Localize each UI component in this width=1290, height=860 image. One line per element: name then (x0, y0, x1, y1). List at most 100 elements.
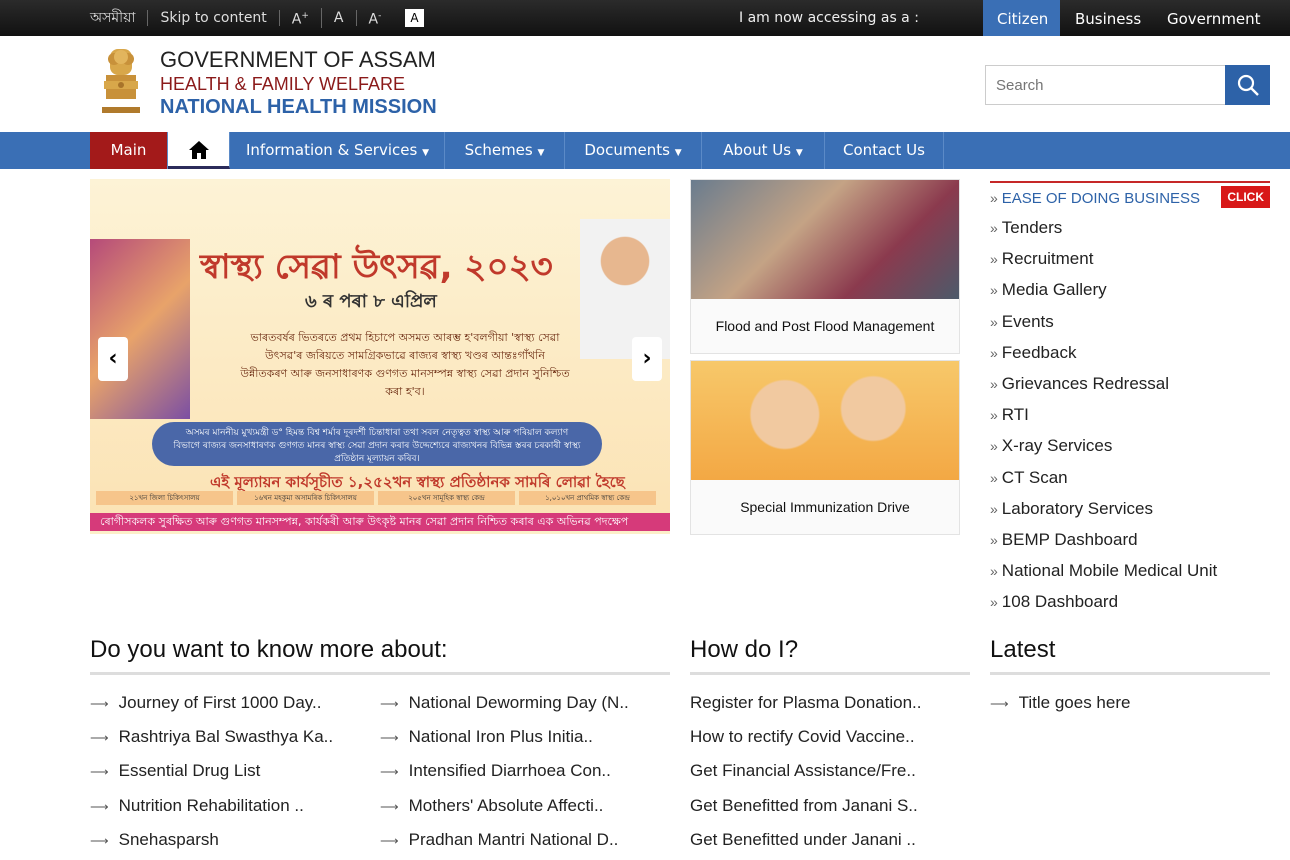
arrow-right-icon: ⟶ (90, 696, 109, 711)
how-do-i-link[interactable]: Get Benefitted from Janani S.. (690, 789, 970, 823)
how-do-i-link[interactable]: Get Financial Assistance/Fre.. (690, 754, 970, 788)
slider-prev-button[interactable]: ‹ (98, 337, 128, 381)
home-icon (188, 141, 209, 159)
quick-link[interactable]: » National Mobile Medical Unit (990, 557, 1270, 588)
quick-link[interactable]: » Events (990, 308, 1270, 339)
search-input[interactable] (985, 65, 1226, 105)
ease-of-doing-business-link[interactable]: » EASE OF DOING BUSINESS CLICK (990, 181, 1270, 211)
click-badge[interactable]: CLICK (1221, 186, 1270, 208)
nav-schemes[interactable]: Schemes ▼ (445, 132, 565, 169)
card-flood-management[interactable]: Flood and Post Flood Management (690, 179, 960, 354)
latest-heading: Latest (990, 636, 1270, 675)
link-label: National Deworming Day (N.. (408, 693, 629, 712)
quick-link[interactable]: » BEMP Dashboard (990, 526, 1270, 557)
slide-bottom-strip: ৰোগীসকলক সুৰক্ষিত আৰু গুণগত মানসম্পন্ন, … (90, 513, 670, 531)
quick-link-label: Media Gallery (1001, 280, 1107, 300)
arrow-right-icon: ⟶ (380, 832, 399, 848)
arrow-right-icon: ⟶ (90, 798, 109, 814)
know-more-link[interactable]: ⟶ Rashtriya Bal Swasthya Ka.. (90, 720, 380, 754)
chevron-down-icon: ▼ (537, 148, 545, 158)
know-more-link[interactable]: ⟶ Nutrition Rehabilitation .. (90, 789, 380, 823)
quick-link[interactable]: » Media Gallery (990, 276, 1270, 307)
how-do-i-heading: How do I? (690, 636, 970, 675)
nav-contact-us[interactable]: Contact Us (825, 132, 944, 169)
slide-text: ভাৰতবৰ্ষৰ ভিতৰতে প্ৰথম হিচাপে অসমত আৰম্ভ… (240, 331, 570, 398)
quick-link[interactable]: » Laboratory Services (990, 495, 1270, 526)
know-more-link[interactable]: ⟶ Journey of First 1000 Day.. (90, 686, 380, 720)
arrow-right-icon: ⟶ (380, 764, 399, 780)
quick-link-label: Feedback (1001, 342, 1077, 362)
quick-link[interactable]: » Feedback (990, 339, 1270, 370)
arrow-right-icon: ⟶ (380, 730, 399, 746)
card-immunization-drive[interactable]: Special Immunization Drive (690, 360, 960, 535)
bullet-icon: » (990, 594, 998, 611)
quick-links-list: » Tenders » Recruitment » Media Gallery » Ev… (990, 214, 1270, 619)
know-more-link[interactable]: ⟶ National Iron Plus Initia.. (380, 720, 670, 754)
banner-slider[interactable]: স্বাস্থ্য সেৱা উৎসৱ, ২০২৩ ৬ ৰ পৰা ৮ এপ্ৰ… (90, 179, 670, 534)
quick-link-label: X-ray Services (1001, 436, 1113, 456)
know-more-link[interactable]: ⟶ Essential Drug List (90, 754, 380, 788)
how-do-i-list: Register for Plasma Donation.. How to re… (690, 686, 970, 857)
nav-documents[interactable]: Documents ▼ (565, 132, 702, 169)
emblem-logo[interactable] (96, 45, 146, 121)
bullet-icon: » (990, 344, 998, 361)
latest-list: ⟶ Title goes here (990, 686, 1270, 720)
quick-link-label: RTI (1001, 405, 1029, 425)
nav-information-services[interactable]: Information & Services ▼ (231, 132, 445, 169)
font-increase-button[interactable]: A+ (280, 8, 322, 28)
font-normal-button[interactable]: A (322, 10, 357, 26)
eodb-label: EASE OF DOING BUSINESS (1001, 190, 1201, 207)
bullet-icon: » (990, 220, 998, 236)
arrow-right-icon: ⟶ (990, 696, 1009, 711)
slide-stat-boxes: ২১খন জিলা চিকিৎসালয় ১৬খন মহকুমা অসামৰিক… (96, 491, 656, 505)
link-label: Rashtriya Bal Swasthya Ka.. (118, 727, 334, 747)
slide-date: ৬ ৰ পৰা ৮ এপ্ৰিল (305, 291, 437, 312)
skip-to-content-link[interactable]: Skip to content (148, 10, 280, 26)
know-more-link[interactable]: ⟶ Snehasparsh (90, 823, 380, 857)
arrow-right-icon: ⟶ (90, 730, 109, 746)
know-more-link[interactable]: ⟶ Intensified Diarrhoea Con.. (380, 754, 670, 788)
slide-stat-box: ১৬খন মহকুমা অসামৰিক চিকিৎসালয় (237, 491, 374, 505)
slide-stat-box: ২১খন জিলা চিকিৎসালয় (96, 491, 233, 505)
role-citizen-tab[interactable]: Citizen (983, 0, 1060, 36)
high-contrast-button[interactable]: A (405, 9, 424, 27)
quick-link[interactable]: » RTI (990, 401, 1270, 432)
role-government-tab[interactable]: Government (1153, 0, 1275, 36)
quick-link[interactable]: » 108 Dashboard (990, 588, 1270, 619)
nav-main-tab[interactable]: Main (90, 132, 168, 169)
slide-people-image (90, 239, 190, 419)
know-more-list-col1: ⟶ Journey of First 1000 Day.. ⟶ Rashtriya … (90, 686, 380, 857)
arrow-right-icon: ⟶ (90, 764, 109, 780)
quick-link-label: CT Scan (1001, 467, 1068, 487)
quick-link-label: National Mobile Medical Unit (1001, 561, 1218, 581)
know-more-link[interactable]: ⟶ National Deworming Day (N.. (380, 686, 670, 720)
role-business-tab[interactable]: Business (1061, 0, 1155, 36)
how-do-i-link[interactable]: Get Benefitted under Janani .. (690, 823, 970, 857)
language-link[interactable]: অসমীয়া (90, 10, 149, 26)
know-more-link[interactable]: ⟶ Pradhan Mantri National D.. (380, 823, 670, 857)
link-label: Pradhan Mantri National D.. (408, 829, 619, 849)
chevron-down-icon: ▼ (674, 148, 682, 158)
quick-link-label: Tenders (1001, 218, 1063, 237)
nav-about-us[interactable]: About Us ▼ (702, 132, 825, 169)
how-do-i-link[interactable]: Register for Plasma Donation.. (690, 686, 970, 720)
bullet-icon: » (990, 469, 998, 486)
quick-link[interactable]: » Recruitment (990, 245, 1270, 276)
quick-link[interactable]: » CT Scan (990, 464, 1270, 495)
search-button[interactable] (1225, 65, 1270, 105)
slider-next-button[interactable]: › (632, 337, 662, 381)
quick-link[interactable]: » Tenders (990, 214, 1270, 245)
nav-home-tab[interactable] (168, 132, 230, 169)
search-icon (1237, 74, 1259, 96)
arrow-right-icon: ⟶ (90, 832, 109, 848)
latest-link[interactable]: ⟶ Title goes here (990, 686, 1270, 720)
bullet-icon: » (990, 563, 998, 580)
arrow-right-icon: ⟶ (380, 696, 399, 711)
quick-link[interactable]: » X-ray Services (990, 432, 1270, 463)
how-do-i-link[interactable]: How to rectify Covid Vaccine.. (690, 720, 970, 754)
bullet-icon: » (990, 313, 998, 330)
nav-label: Information & Services (245, 141, 418, 159)
know-more-link[interactable]: ⟶ Mothers' Absolute Affecti.. (380, 789, 670, 823)
font-decrease-button[interactable]: A- (357, 8, 394, 28)
quick-link[interactable]: » Grievances Redressal (990, 370, 1270, 401)
